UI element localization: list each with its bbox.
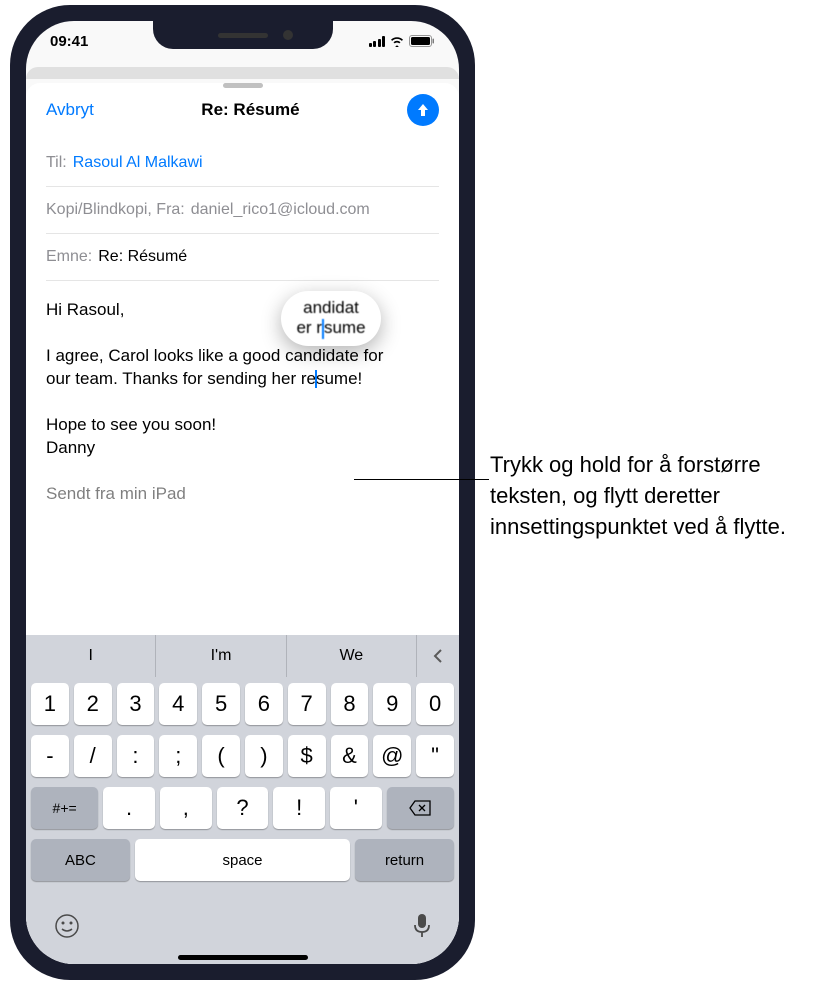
text-magnifier: andidat er rsume [281, 291, 381, 346]
status-right [369, 35, 436, 47]
callout-text: Trykk og hold for å forstørre teksten, o… [490, 450, 800, 542]
key-colon[interactable]: : [117, 735, 155, 777]
key-rparen[interactable]: ) [245, 735, 283, 777]
home-indicator[interactable] [178, 955, 308, 960]
key-delete[interactable] [387, 787, 454, 829]
mail-compose-sheet: Avbryt Re: Résumé Til: Rasoul Al Malkawi… [26, 83, 459, 964]
sheet-background-peek [26, 67, 459, 79]
delete-icon [409, 800, 431, 816]
key-dash[interactable]: - [31, 735, 69, 777]
key-apostrophe[interactable]: ' [330, 787, 382, 829]
key-9[interactable]: 9 [373, 683, 411, 725]
suggestion-1[interactable]: I [26, 635, 156, 677]
send-button[interactable] [407, 94, 439, 126]
key-dollar[interactable]: $ [288, 735, 326, 777]
key-lparen[interactable]: ( [202, 735, 240, 777]
key-abc[interactable]: ABC [31, 839, 130, 881]
phone-frame: 09:41 Avbryt Re: Résumé [10, 5, 475, 980]
to-label: Til: [46, 154, 67, 172]
key-1[interactable]: 1 [31, 683, 69, 725]
suggestion-2[interactable]: I'm [156, 635, 286, 677]
subject-value: Re: Résumé [98, 248, 187, 266]
key-6[interactable]: 6 [245, 683, 283, 725]
magnifier-line2: er rsume [296, 318, 365, 339]
subject-label: Emne: [46, 248, 92, 266]
mail-header: Avbryt Re: Résumé [26, 88, 459, 140]
key-5[interactable]: 5 [202, 683, 240, 725]
mail-title: Re: Résumé [201, 100, 299, 120]
body-closing: Hope to see you soon! [46, 414, 439, 437]
wifi-icon [389, 35, 405, 47]
chevron-left-icon [432, 649, 444, 663]
signal-icon [369, 36, 386, 47]
body-sent-from: Sendt fra min iPad [46, 483, 439, 506]
key-space[interactable]: space [135, 839, 350, 881]
key-comma[interactable]: , [160, 787, 212, 829]
key-row-1: 1 2 3 4 5 6 7 8 9 0 [31, 683, 454, 725]
cc-label: Kopi/Blindkopi, Fra: [46, 201, 185, 219]
mic-icon [413, 913, 431, 939]
emoji-button[interactable] [54, 913, 80, 946]
keyboard-bottom [26, 895, 459, 964]
key-4[interactable]: 4 [159, 683, 197, 725]
notch-speaker [218, 33, 268, 38]
suggestion-bar: I I'm We [26, 635, 459, 677]
key-rows: 1 2 3 4 5 6 7 8 9 0 - / : [26, 677, 459, 895]
phone-screen: 09:41 Avbryt Re: Résumé [26, 21, 459, 964]
key-3[interactable]: 3 [117, 683, 155, 725]
notch [153, 21, 333, 49]
to-field[interactable]: Til: Rasoul Al Malkawi [46, 140, 439, 187]
key-row-2: - / : ; ( ) $ & @ " [31, 735, 454, 777]
subject-field[interactable]: Emne: Re: Résumé [46, 234, 439, 281]
status-time: 09:41 [50, 33, 88, 50]
to-value[interactable]: Rasoul Al Malkawi [73, 154, 203, 172]
key-question[interactable]: ? [217, 787, 269, 829]
key-at[interactable]: @ [373, 735, 411, 777]
suggestion-3[interactable]: We [287, 635, 417, 677]
magnifier-line1: andidat [303, 298, 359, 318]
key-period[interactable]: . [103, 787, 155, 829]
key-slash[interactable]: / [74, 735, 112, 777]
key-semicolon[interactable]: ; [159, 735, 197, 777]
keyboard: I I'm We 1 2 3 4 5 6 7 [26, 635, 459, 964]
key-7[interactable]: 7 [288, 683, 326, 725]
body-paragraph1: I agree, Carol looks like a good candida… [46, 345, 439, 391]
key-return[interactable]: return [355, 839, 454, 881]
key-8[interactable]: 8 [331, 683, 369, 725]
mail-fields: Til: Rasoul Al Malkawi Kopi/Blindkopi, F… [26, 140, 459, 281]
emoji-icon [54, 913, 80, 939]
cc-field[interactable]: Kopi/Blindkopi, Fra: daniel_rico1@icloud… [46, 187, 439, 234]
key-ampersand[interactable]: & [331, 735, 369, 777]
key-0[interactable]: 0 [416, 683, 454, 725]
key-row-3: #+= . , ? ! ' [31, 787, 454, 829]
cancel-button[interactable]: Avbryt [46, 100, 94, 120]
power-button [470, 190, 474, 280]
callout-line [354, 479, 489, 480]
key-exclaim[interactable]: ! [273, 787, 325, 829]
mic-button[interactable] [413, 913, 431, 946]
key-2[interactable]: 2 [74, 683, 112, 725]
key-row-4: ABC space return [31, 839, 454, 881]
key-quote[interactable]: " [416, 735, 454, 777]
arrow-up-icon [415, 102, 431, 118]
suggestion-collapse[interactable] [417, 635, 459, 677]
notch-camera [283, 30, 293, 40]
battery-icon [409, 35, 435, 47]
cc-value: daniel_rico1@icloud.com [191, 201, 370, 219]
body-signature: Danny [46, 437, 439, 460]
key-symbols[interactable]: #+= [31, 787, 98, 829]
mail-body[interactable]: andidat er rsume Hi Rasoul, I agree, Car… [26, 281, 459, 523]
